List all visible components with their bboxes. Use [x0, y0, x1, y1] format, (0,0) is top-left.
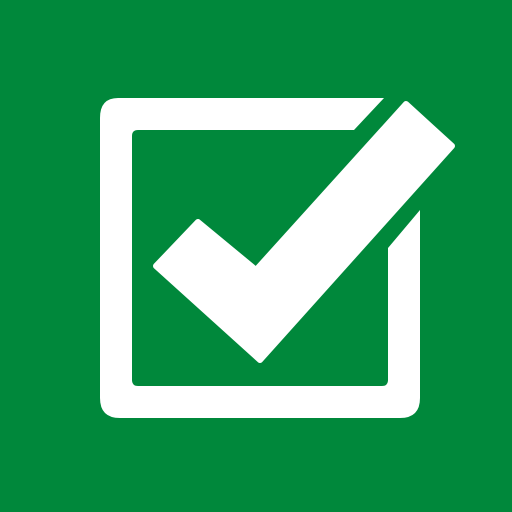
checked-checkbox-icon [0, 0, 512, 512]
app-icon-tile [0, 0, 512, 512]
icon-background [0, 0, 512, 512]
